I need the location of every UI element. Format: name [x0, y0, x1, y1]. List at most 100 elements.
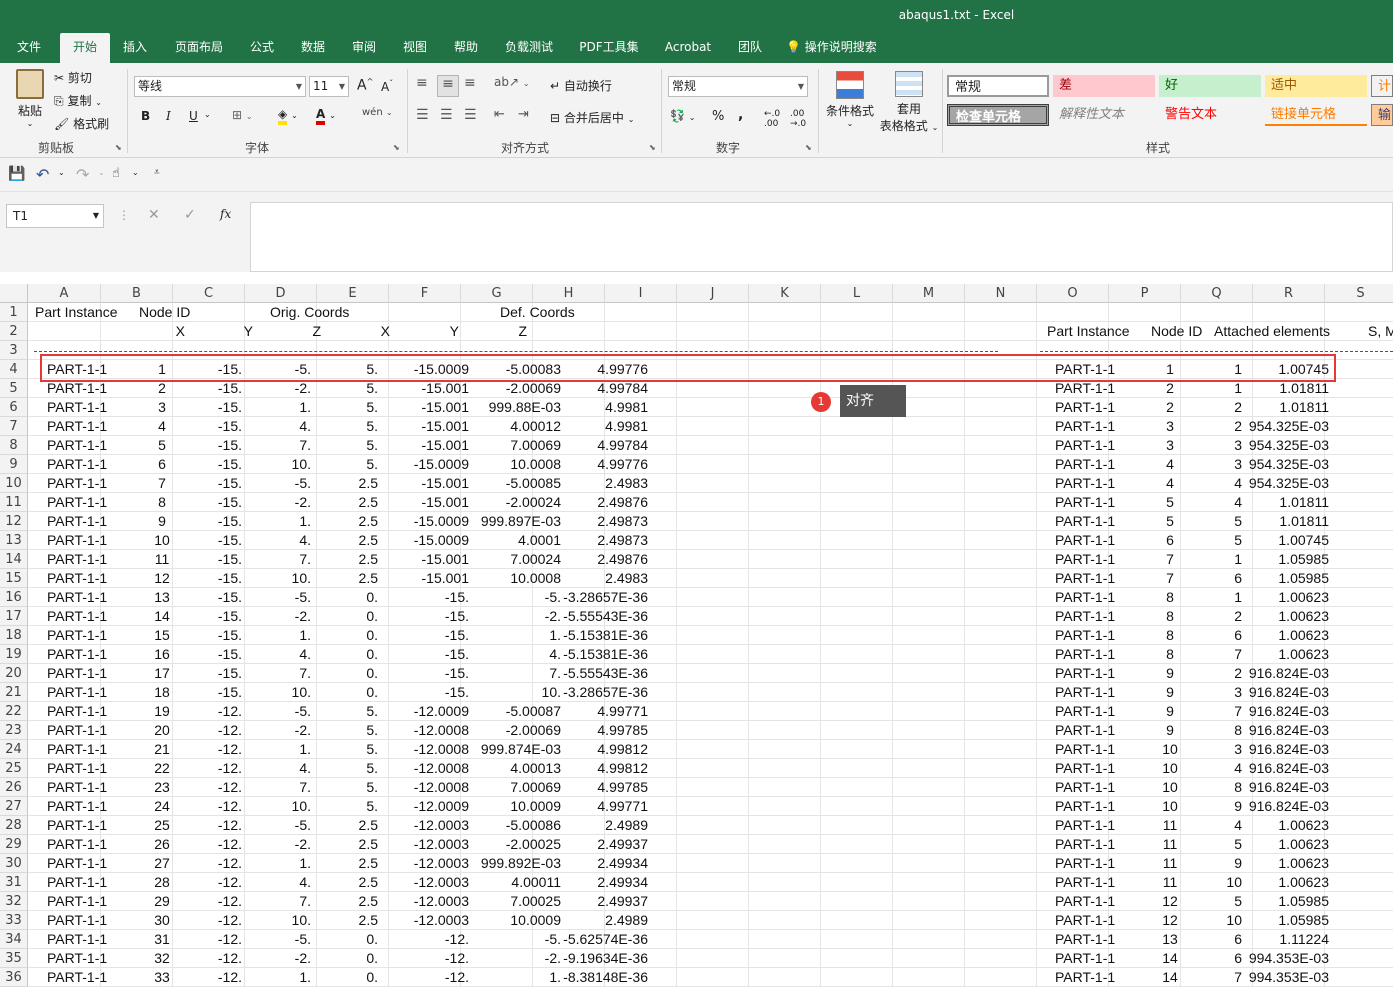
cell[interactable]: 8: [1150, 626, 1190, 645]
cell[interactable]: 954.325E-03: [1239, 474, 1329, 493]
tab-pdf-tools[interactable]: PDF工具集: [572, 33, 646, 63]
cell[interactable]: 4.: [251, 417, 311, 436]
cell[interactable]: -12.: [182, 892, 242, 911]
cell[interactable]: 14: [1150, 968, 1190, 987]
column-header[interactable]: C: [173, 284, 245, 303]
cell[interactable]: 1.05985: [1239, 892, 1329, 911]
percent-button[interactable]: %: [712, 109, 724, 124]
cell[interactable]: 0.: [318, 607, 378, 626]
tab-file[interactable]: 文件: [8, 33, 50, 63]
cell[interactable]: 17: [142, 664, 182, 683]
cell[interactable]: 1.00623: [1239, 607, 1329, 626]
cell[interactable]: 6: [1192, 626, 1242, 645]
cell[interactable]: 6: [1192, 949, 1242, 968]
cell[interactable]: 5: [142, 436, 182, 455]
increase-indent-icon[interactable]: ⇥: [518, 107, 529, 122]
cell[interactable]: 5.: [318, 398, 378, 417]
cell[interactable]: 14: [1150, 949, 1190, 968]
cell[interactable]: 3: [1192, 740, 1242, 759]
orientation-icon[interactable]: ab↗ ⌄: [494, 75, 530, 89]
cell[interactable]: 3: [1192, 436, 1242, 455]
cell[interactable]: 4.9981: [538, 417, 648, 436]
italic-button[interactable]: I: [166, 109, 171, 123]
cell[interactable]: PART-1-1: [1055, 683, 1115, 702]
cell[interactable]: -15.: [182, 474, 242, 493]
cell[interactable]: 7.: [251, 436, 311, 455]
align-top-icon[interactable]: ≡: [416, 75, 428, 91]
column-header[interactable]: H: [533, 284, 605, 303]
cell[interactable]: -5.55543E-36: [538, 607, 648, 626]
cell[interactable]: 27: [142, 854, 182, 873]
column-header[interactable]: L: [821, 284, 893, 303]
align-middle-icon[interactable]: ≡: [437, 75, 459, 97]
cell[interactable]: PART-1-1: [1055, 436, 1115, 455]
column-header[interactable]: N: [965, 284, 1037, 303]
cell[interactable]: 2.5: [318, 493, 378, 512]
cell[interactable]: 4.99785: [538, 721, 648, 740]
row-header[interactable]: 13: [0, 531, 28, 550]
cell[interactable]: 2.4983: [538, 474, 648, 493]
tab-data[interactable]: 数据: [292, 33, 334, 63]
column-header[interactable]: K: [749, 284, 821, 303]
row-header[interactable]: 14: [0, 550, 28, 569]
row-header[interactable]: 19: [0, 645, 28, 664]
row-header[interactable]: 24: [0, 740, 28, 759]
cell[interactable]: 8: [142, 493, 182, 512]
cell[interactable]: 10: [1150, 740, 1190, 759]
cell[interactable]: 6: [1192, 930, 1242, 949]
style-normal[interactable]: 常规: [947, 75, 1049, 97]
cell[interactable]: 1.: [251, 854, 311, 873]
cell[interactable]: 7: [142, 474, 182, 493]
cell[interactable]: PART-1-1: [47, 512, 107, 531]
cell[interactable]: PART-1-1: [47, 759, 107, 778]
cell[interactable]: 1.: [251, 512, 311, 531]
cell[interactable]: 1.05985: [1239, 911, 1329, 930]
cell[interactable]: 10: [1150, 759, 1190, 778]
cell[interactable]: PART-1-1: [1055, 531, 1115, 550]
row-header[interactable]: 22: [0, 702, 28, 721]
row-header[interactable]: 7: [0, 417, 28, 436]
cell[interactable]: 1.: [251, 398, 311, 417]
cell[interactable]: -12.: [182, 816, 242, 835]
cell[interactable]: PART-1-1: [1055, 949, 1115, 968]
save-icon[interactable]: 💾: [8, 166, 25, 182]
row-header[interactable]: 9: [0, 455, 28, 474]
row-header[interactable]: 31: [0, 873, 28, 892]
cell[interactable]: -15.: [182, 436, 242, 455]
cell[interactable]: Part Instance: [35, 303, 118, 322]
cell[interactable]: 4: [1150, 474, 1190, 493]
cell[interactable]: PART-1-1: [47, 569, 107, 588]
cell[interactable]: 14: [142, 607, 182, 626]
cell[interactable]: 9: [1192, 797, 1242, 816]
cell[interactable]: 6: [1192, 569, 1242, 588]
cell[interactable]: 916.824E-03: [1239, 702, 1329, 721]
redo-icon[interactable]: ↷: [76, 165, 89, 184]
cell[interactable]: Z: [487, 322, 527, 341]
cell[interactable]: 954.325E-03: [1239, 455, 1329, 474]
cell[interactable]: 916.824E-03: [1239, 759, 1329, 778]
cell[interactable]: PART-1-1: [47, 474, 107, 493]
tab-help[interactable]: 帮助: [446, 33, 486, 63]
cell[interactable]: 2.49873: [538, 531, 648, 550]
cell[interactable]: -15.: [182, 493, 242, 512]
cell[interactable]: 33: [142, 968, 182, 987]
cell[interactable]: 5: [1192, 531, 1242, 550]
cell[interactable]: 4: [142, 417, 182, 436]
cell[interactable]: -15.: [182, 455, 242, 474]
cell[interactable]: PART-1-1: [1055, 512, 1115, 531]
cell[interactable]: 2.49876: [538, 550, 648, 569]
cell[interactable]: PART-1-1: [1055, 550, 1115, 569]
cell[interactable]: PART-1-1: [1055, 740, 1115, 759]
cell[interactable]: 1.: [251, 626, 311, 645]
cell[interactable]: PART-1-1: [47, 550, 107, 569]
cell[interactable]: -5.15381E-36: [538, 645, 648, 664]
cell[interactable]: 2.5: [318, 892, 378, 911]
cell[interactable]: PART-1-1: [1055, 930, 1115, 949]
currency-icon[interactable]: 💱 ⌄: [670, 109, 695, 123]
cell[interactable]: Orig. Coords: [270, 303, 349, 322]
cell[interactable]: PART-1-1: [47, 778, 107, 797]
cell[interactable]: -5.: [251, 588, 311, 607]
tab-formulas[interactable]: 公式: [242, 33, 282, 63]
cell[interactable]: 916.824E-03: [1239, 664, 1329, 683]
cell[interactable]: 4: [1192, 759, 1242, 778]
